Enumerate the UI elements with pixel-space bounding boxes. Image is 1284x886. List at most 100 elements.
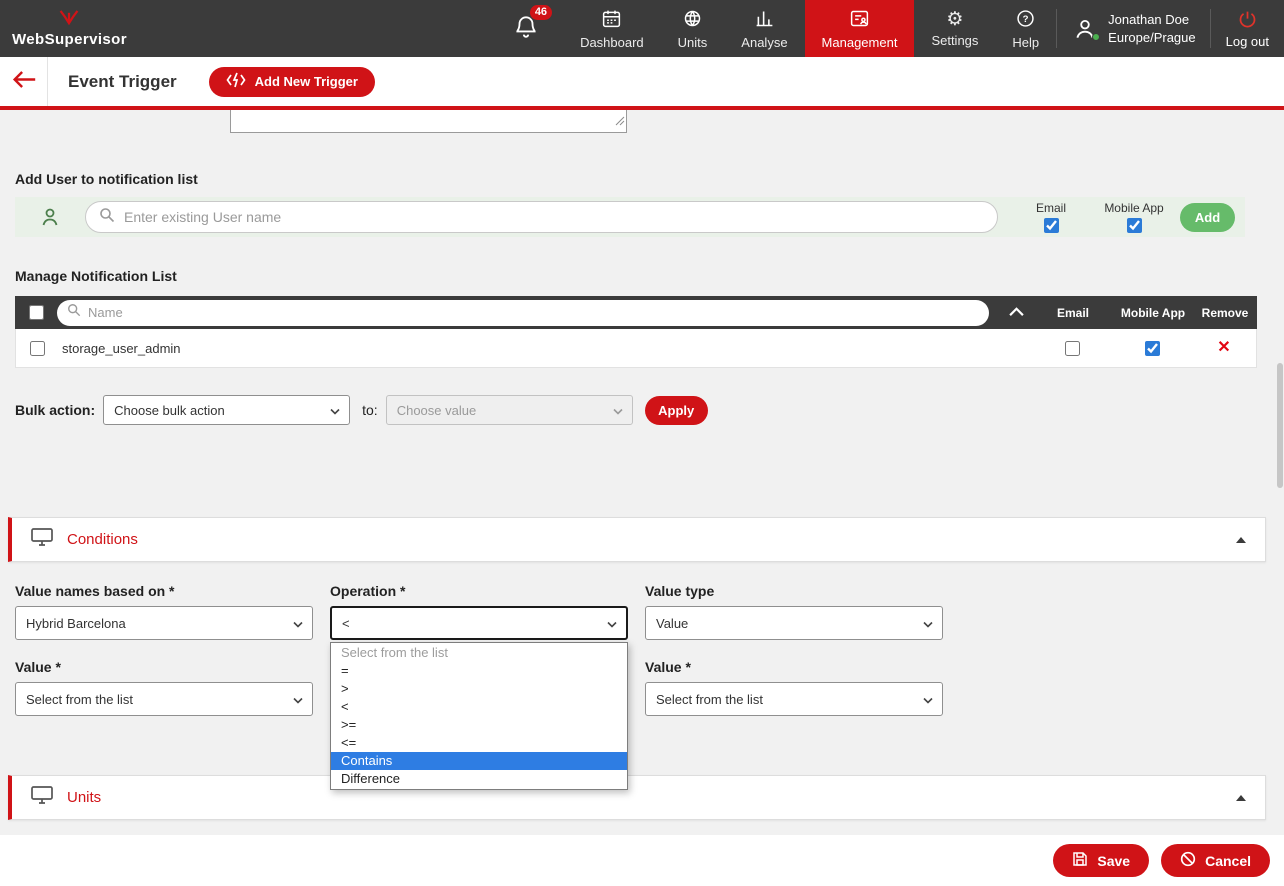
add-user-button[interactable]: Add [1180,203,1235,232]
nav-label: Units [678,35,708,50]
bulk-action-row: Bulk action: Choose bulk action to: Choo… [15,395,708,425]
page-title: Event Trigger [68,72,177,92]
cancel-button[interactable]: Cancel [1161,844,1270,877]
action-footer: Save Cancel [0,835,1284,886]
value-names-label: Value names based on * [15,583,175,599]
nav-label: Help [1012,35,1039,50]
row-user-name: storage_user_admin [58,341,998,356]
sort-toggle[interactable] [999,304,1033,322]
trigger-bolt-icon [226,72,246,91]
save-disk-icon [1072,851,1088,870]
add-new-trigger-label: Add New Trigger [255,74,358,89]
operation-option[interactable]: >= [331,716,627,734]
monitor-icon [30,785,54,810]
nav-label: Dashboard [580,35,644,50]
add-user-row: Email Mobile App Add [15,197,1245,237]
table-row: storage_user_admin ✕ [15,329,1257,368]
top-nav: 46 Dashboard Units Analyse [489,0,1284,57]
resize-grip-icon[interactable] [615,113,625,131]
operation-option[interactable]: Select from the list [331,644,627,662]
notifications-bell[interactable]: 46 [489,0,563,57]
value-right-select[interactable]: Select from the list [645,682,943,716]
description-textarea[interactable] [230,110,627,133]
help-icon: ? [1015,8,1036,32]
row-mobile-app-checkbox[interactable] [1145,341,1160,356]
divider [47,57,48,106]
value-type-select[interactable]: Value [645,606,943,640]
value-left-select[interactable]: Select from the list [15,682,313,716]
globe-icon [682,8,703,32]
bulk-value-select[interactable]: Choose value [386,395,633,425]
nav-settings[interactable]: ⚙ Settings [914,0,995,57]
nav-units[interactable]: Units [661,0,725,57]
remove-icon[interactable]: ✕ [1217,340,1230,356]
user-search-box [85,201,998,233]
mobile-app-checkbox[interactable] [1127,218,1142,233]
nav-dashboard[interactable]: Dashboard [563,0,661,57]
logout-button[interactable]: Log out [1211,0,1284,57]
name-filter-box [57,300,989,326]
user-search-input[interactable] [124,209,984,225]
nav-help[interactable]: ? Help [995,0,1056,57]
select-all-checkbox[interactable] [29,305,44,320]
row-email-checkbox[interactable] [1065,341,1080,356]
nav-management[interactable]: Management [805,0,915,57]
chevron-down-icon [330,403,340,418]
online-status-dot [1092,33,1100,41]
table-header: Email Mobile App Remove [15,296,1257,329]
user-menu[interactable]: Jonathan Doe Europe/Prague [1057,0,1209,57]
operation-option[interactable]: = [331,662,627,680]
operation-option[interactable]: > [331,680,627,698]
chevron-down-icon [607,616,617,631]
chevron-down-icon [293,616,303,631]
cancel-icon [1180,851,1196,870]
svg-text:?: ? [1023,14,1029,25]
search-icon [99,207,115,228]
top-bar: WebSupervisor 46 Dashboard Units [0,0,1284,57]
notification-count-badge: 46 [530,5,552,20]
management-icon [849,8,870,32]
nav-label: Analyse [741,35,787,50]
value-left-label: Value * [15,659,61,675]
monitor-icon [30,527,54,552]
logout-label: Log out [1226,34,1269,49]
chevron-down-icon [293,692,303,707]
row-select-checkbox[interactable] [30,341,45,356]
units-panel-header[interactable]: Units [8,775,1266,820]
save-button[interactable]: Save [1053,844,1149,877]
collapse-chevron-icon[interactable] [1235,536,1247,544]
notification-list-table: Email Mobile App Remove storage_user_adm… [15,296,1257,368]
back-arrow-icon [10,69,38,95]
chevron-down-icon [923,692,933,707]
units-title: Units [67,789,101,806]
conditions-title: Conditions [67,531,138,548]
conditions-panel-header[interactable]: Conditions [8,517,1266,562]
nav-analyse[interactable]: Analyse [724,0,804,57]
email-checkbox[interactable] [1044,218,1059,233]
operation-dropdown-list: Select from the list = > < >= <= Contain… [330,642,628,790]
operation-option[interactable]: <= [331,734,627,752]
operation-option[interactable]: Difference [331,770,627,788]
vertical-scrollbar-thumb[interactable] [1277,363,1283,488]
chevron-down-icon [613,403,623,418]
value-type-label: Value type [645,583,714,599]
apply-button[interactable]: Apply [645,396,708,425]
bulk-action-select[interactable]: Choose bulk action [103,395,350,425]
gear-icon: ⚙ [946,10,963,30]
user-name: Jonathan Doe [1108,11,1195,29]
operation-option[interactable]: < [331,698,627,716]
name-filter-input[interactable] [88,305,979,320]
back-button[interactable] [0,57,47,106]
brand-logo[interactable]: WebSupervisor [0,0,141,57]
calendar-icon [601,8,622,32]
collapse-chevron-icon[interactable] [1235,794,1247,802]
bulk-action-label: Bulk action: [15,402,95,418]
value-names-select[interactable]: Hybrid Barcelona [15,606,313,640]
add-new-trigger-button[interactable]: Add New Trigger [209,67,375,97]
operation-select[interactable]: < [330,606,628,640]
add-user-heading: Add User to notification list [15,171,198,187]
avatar-icon [1071,15,1099,43]
mobile-app-label: Mobile App [1104,201,1163,215]
user-region: Europe/Prague [1108,29,1195,47]
operation-option-contains[interactable]: Contains [331,752,627,770]
